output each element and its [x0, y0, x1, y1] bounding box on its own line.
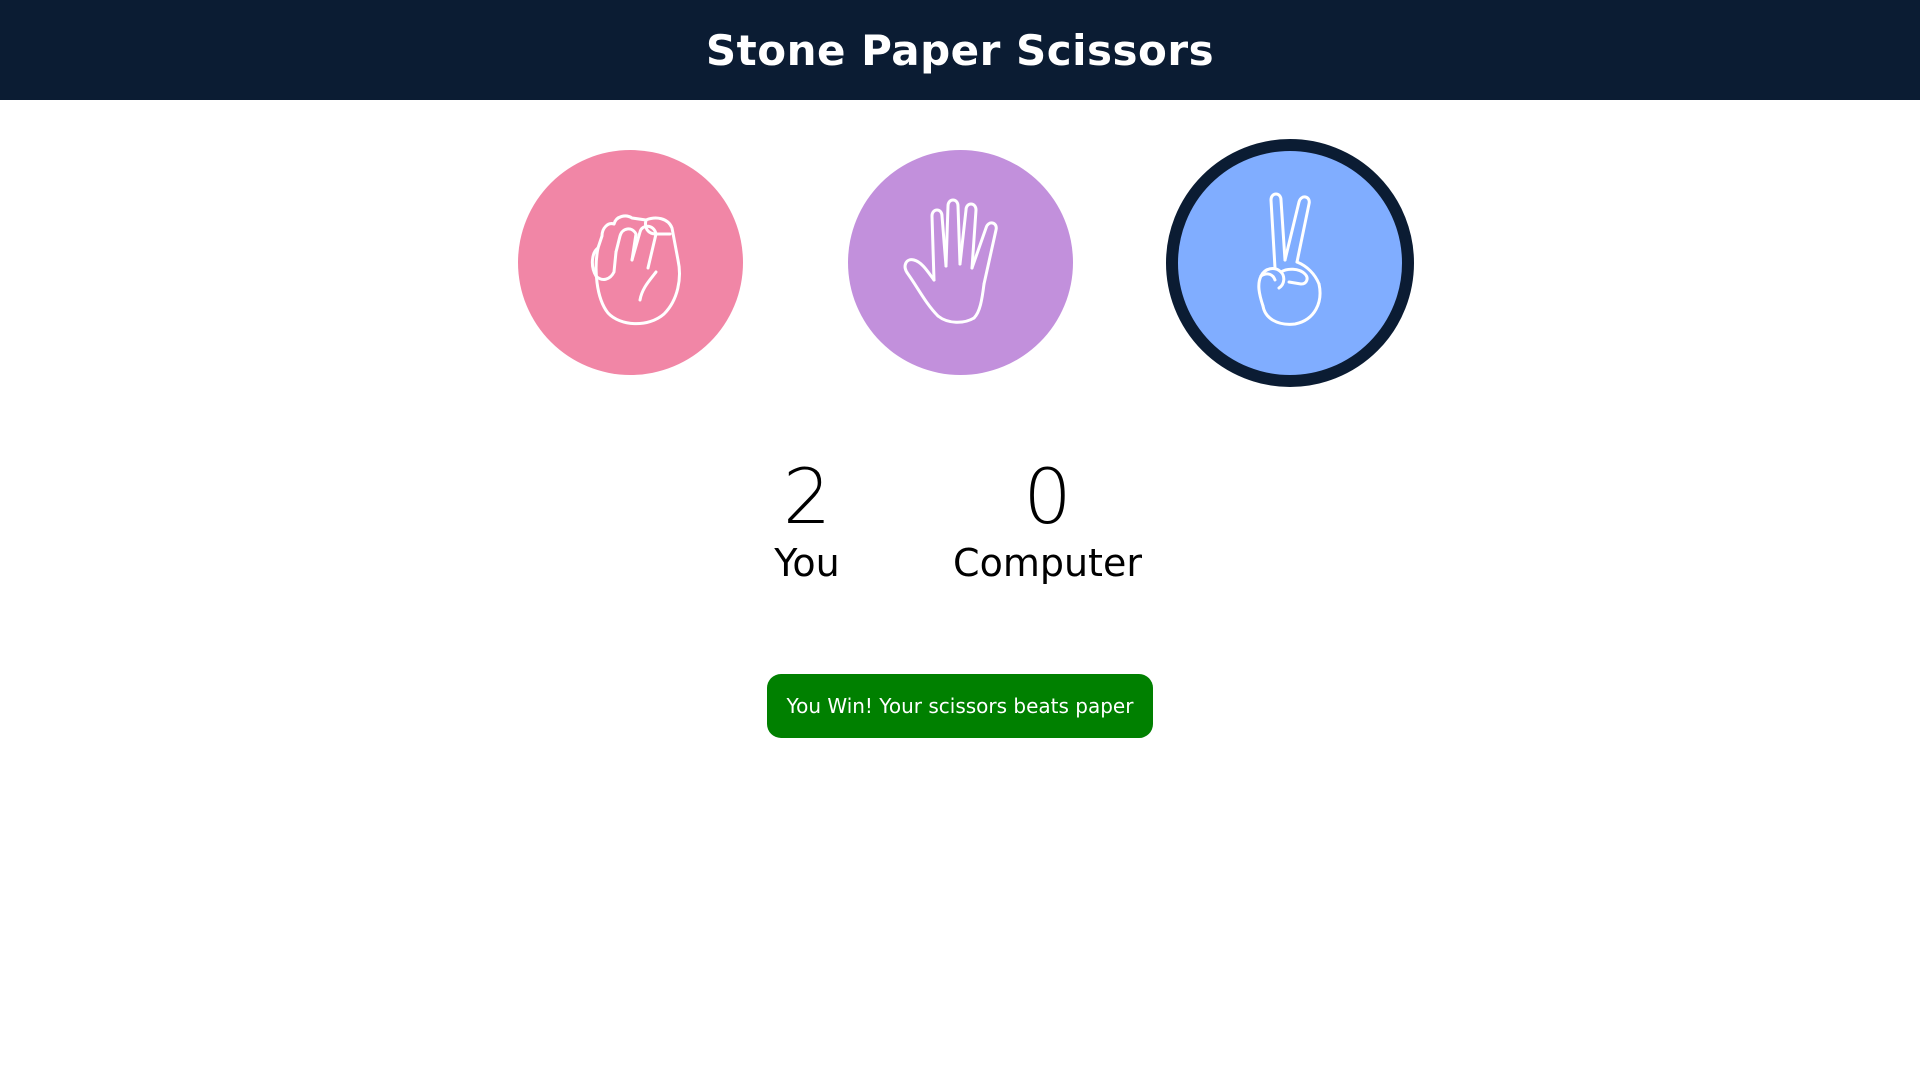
user-score-value: 2	[782, 452, 832, 541]
user-score-label: You	[774, 541, 840, 585]
header-bar: Stone Paper Scissors	[0, 0, 1920, 100]
page-title: Stone Paper Scissors	[705, 25, 1215, 75]
user-score: 2 You	[737, 455, 877, 587]
scissors-choice-button[interactable]	[1166, 139, 1414, 387]
fist-icon	[590, 214, 681, 325]
computer-score-label: Computer	[953, 541, 1142, 585]
paper-choice-button[interactable]	[848, 150, 1073, 375]
open-hand-icon	[903, 198, 998, 324]
computer-score: 0 Computer	[935, 455, 1160, 587]
victory-hand-icon	[1257, 192, 1322, 326]
stone-choice-button[interactable]	[518, 150, 743, 375]
result-message: You Win! Your scissors beats paper	[767, 674, 1153, 738]
computer-score-value: 0	[1023, 452, 1072, 541]
